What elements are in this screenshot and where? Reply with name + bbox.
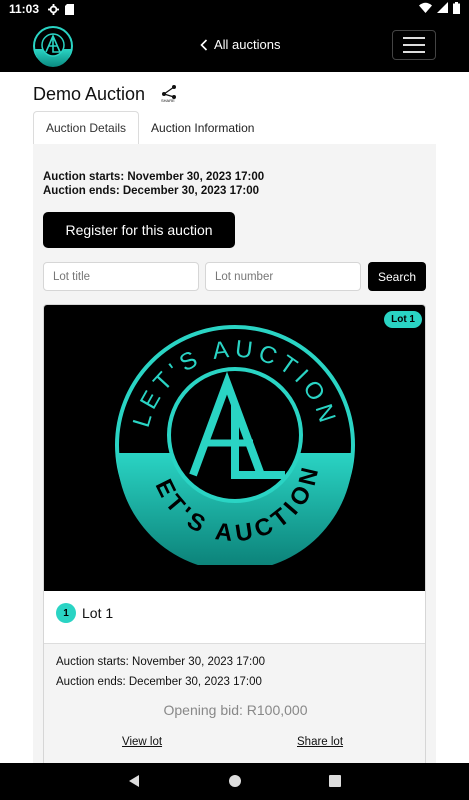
share-lot-link[interactable]: Share lot: [297, 736, 343, 748]
page-title: Demo Auction: [33, 84, 146, 104]
hamburger-icon-bar: [403, 37, 425, 39]
lot-title[interactable]: Lot 1: [82, 605, 113, 621]
lot-end-date: Auction ends: December 30, 2023 17:00: [56, 676, 262, 688]
chevron-left-icon: [200, 38, 208, 51]
lot-card[interactable]: LET'S AUCTION LET'S AUCTION Lot 1 1 Lot …: [43, 304, 426, 800]
view-lot-link[interactable]: View lot: [122, 736, 162, 748]
recents-nav-icon[interactable]: [328, 773, 342, 789]
battery-icon: [453, 1, 460, 17]
lot-number-input[interactable]: Lot number: [205, 262, 361, 291]
auction-start-date: Auction starts: November 30, 2023 17:00: [43, 171, 265, 183]
lot-image[interactable]: LET'S AUCTION LET'S AUCTION Lot 1: [44, 305, 425, 591]
all-auctions-label: All auctions: [214, 37, 281, 52]
hamburger-icon-bar: [403, 51, 425, 53]
lets-auction-logo-large: LET'S AUCTION LET'S AUCTION: [115, 325, 355, 565]
menu-toggle-button[interactable]: [392, 30, 436, 60]
status-bar: 11:03: [0, 0, 469, 18]
wifi-icon: [419, 2, 432, 16]
settings-status-icon: [48, 3, 60, 15]
tab-auction-information[interactable]: Auction Information: [139, 111, 266, 145]
lot-badge: Lot 1: [384, 311, 422, 328]
system-navigation-bar: [0, 763, 469, 800]
sim-card-icon: [65, 3, 75, 15]
opening-bid: Opening bid: R100,000: [163, 702, 308, 718]
auction-dates: Auction starts: November 30, 2023 17:00 …: [43, 170, 264, 198]
back-nav-icon[interactable]: [127, 773, 141, 789]
lot-dates: Auction starts: November 30, 2023 17:00 …: [56, 652, 265, 692]
auction-tabs: Auction Details Auction Information: [33, 111, 266, 145]
status-time: 11:03: [9, 2, 40, 16]
auction-details-panel: Auction starts: November 30, 2023 17:00 …: [33, 144, 436, 800]
tab-auction-details[interactable]: Auction Details: [33, 111, 140, 145]
top-navbar: All auctions: [0, 18, 469, 72]
lot-number-badge: 1: [56, 603, 76, 623]
all-auctions-link[interactable]: All auctions: [200, 37, 280, 52]
share-label: SHARE: [161, 98, 175, 103]
home-nav-icon[interactable]: [228, 773, 242, 789]
search-button[interactable]: Search: [368, 262, 426, 291]
lets-auction-logo[interactable]: [32, 25, 74, 67]
lot-title-row: 1 Lot 1: [56, 603, 113, 623]
register-button[interactable]: Register for this auction: [43, 212, 235, 248]
lot-start-date: Auction starts: November 30, 2023 17:00: [56, 656, 266, 668]
lot-title-input[interactable]: Lot title: [43, 262, 199, 291]
signal-icon: [437, 2, 448, 16]
auction-end-date: Auction ends: December 30, 2023 17:00: [43, 185, 260, 197]
hamburger-icon-bar: [403, 44, 425, 46]
